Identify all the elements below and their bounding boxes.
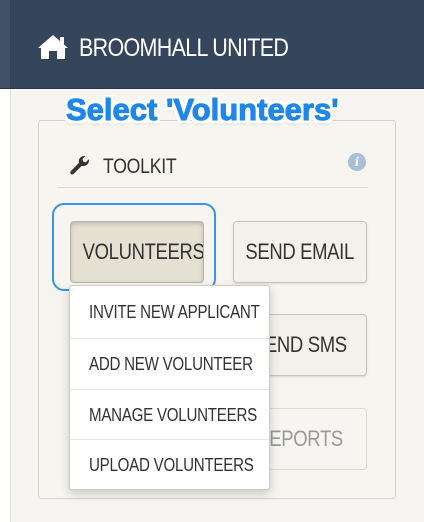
volunteers-label: VOLUNTEERS <box>82 239 204 264</box>
menu-item-label: MANAGE VOLUNTEERS <box>89 405 257 425</box>
volunteers-button[interactable]: VOLUNTEERS <box>70 221 204 283</box>
send-email-label: SEND EMAIL <box>245 239 355 264</box>
menu-item-label: ADD NEW VOLUNTEER <box>89 354 253 374</box>
home-icon[interactable] <box>37 34 69 60</box>
volunteers-dropdown-menu: INVITE NEW APPLICANT ADD NEW VOLUNTEER M… <box>69 285 270 490</box>
wrench-icon <box>70 155 89 175</box>
menu-item-label: UPLOAD VOLUNTEERS <box>89 455 254 475</box>
side-gutter <box>0 89 11 522</box>
menu-item-invite-new-applicant[interactable]: INVITE NEW APPLICANT <box>70 287 269 338</box>
brand-title[interactable]: BROOMHALL UNITED <box>79 34 289 62</box>
top-navbar: BROOMHALL UNITED <box>0 0 424 89</box>
menu-item-manage-volunteers[interactable]: MANAGE VOLUNTEERS <box>70 390 269 441</box>
menu-item-add-new-volunteer[interactable]: ADD NEW VOLUNTEER <box>70 339 269 390</box>
panel-divider <box>58 187 368 188</box>
menu-item-label: INVITE NEW APPLICANT <box>89 302 260 322</box>
toolkit-title: TOOLKIT <box>103 155 177 178</box>
info-icon[interactable]: i <box>348 153 366 171</box>
tutorial-annotation: Select 'Volunteers' <box>66 92 340 128</box>
send-email-button[interactable]: SEND EMAIL <box>233 221 367 283</box>
navbar-edge <box>0 0 10 88</box>
menu-item-upload-volunteers[interactable]: UPLOAD VOLUNTEERS <box>70 440 269 491</box>
